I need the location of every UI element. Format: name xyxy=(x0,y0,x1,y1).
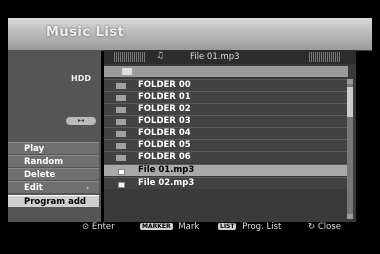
hint-label: Mark xyxy=(178,222,200,232)
music-list-screen: Music List HDD ▸◂ Play Random Delete Edi… xyxy=(0,0,380,254)
parent-folder-row[interactable] xyxy=(104,66,348,77)
folder-icon xyxy=(116,119,126,125)
chevron-right-icon: › xyxy=(86,184,89,192)
menu-label: Program add xyxy=(24,197,86,207)
hint-label: Prog. List xyxy=(242,222,282,232)
list-item[interactable]: FOLDER 05 xyxy=(104,139,348,151)
left-menu-panel: HDD ▸◂ Play Random Delete Edit › Program… xyxy=(8,50,101,222)
folder-icon xyxy=(116,131,126,137)
enter-icon: ⊙ xyxy=(82,222,90,232)
list-key-icon: LIST xyxy=(218,223,237,230)
menu-random-button[interactable]: Random xyxy=(8,155,99,167)
list-item[interactable]: FOLDER 03 xyxy=(104,115,348,127)
list-item-label: File 02.mp3 xyxy=(138,178,195,188)
list-item-selected[interactable]: File 01.mp3 xyxy=(104,164,348,176)
hint-label: Close xyxy=(317,222,341,232)
music-note-icon: ♫ xyxy=(156,51,165,61)
menu-label: Delete xyxy=(24,170,56,180)
page-title: Music List xyxy=(46,25,125,40)
return-icon: ↻ xyxy=(308,222,316,232)
folder-icon xyxy=(116,155,126,161)
list-item-label: FOLDER 02 xyxy=(138,104,191,114)
scrollbar[interactable] xyxy=(347,79,353,218)
transfer-icon: ▸◂ xyxy=(66,117,96,125)
list-item[interactable]: FOLDER 04 xyxy=(104,127,348,139)
close-hint: ↻ Close xyxy=(308,222,341,232)
list-item[interactable]: FOLDER 01 xyxy=(104,91,348,103)
hint-label: Enter xyxy=(91,222,115,232)
list-item-label: FOLDER 01 xyxy=(138,92,191,102)
list-item[interactable]: File 02.mp3 xyxy=(104,177,348,189)
menu-delete-button[interactable]: Delete xyxy=(8,168,99,180)
mark-hint: MARKER Mark xyxy=(140,222,199,232)
source-label: HDD xyxy=(71,74,91,83)
hatch-decoration xyxy=(309,52,341,62)
folder-icon xyxy=(116,83,126,89)
parent-folder-icon xyxy=(122,68,132,75)
file-icon xyxy=(118,182,125,188)
list-header: ♫ File 01.mp3 xyxy=(104,50,356,64)
list-item-label: FOLDER 03 xyxy=(138,116,191,126)
menu-label: Play xyxy=(24,144,45,154)
menu-edit-button[interactable]: Edit › xyxy=(8,181,99,193)
list-item-label: FOLDER 05 xyxy=(138,140,191,150)
marker-key-icon: MARKER xyxy=(140,223,173,230)
scroll-thumb[interactable] xyxy=(347,87,353,117)
list-item[interactable]: FOLDER 00 xyxy=(104,79,348,91)
list-item-label: FOLDER 04 xyxy=(138,128,191,138)
menu-label: Random xyxy=(24,157,64,167)
list-item-label: FOLDER 06 xyxy=(138,152,191,162)
hatch-decoration xyxy=(114,52,146,62)
list-item-label: FOLDER 00 xyxy=(138,80,191,90)
scroll-up-icon[interactable] xyxy=(347,79,353,84)
folder-icon xyxy=(116,143,126,149)
current-file-label: File 01.mp3 xyxy=(190,52,240,62)
list-item[interactable]: FOLDER 02 xyxy=(104,103,348,115)
folder-icon xyxy=(116,107,126,113)
scroll-down-icon[interactable] xyxy=(347,214,353,219)
title-bar: Music List xyxy=(8,18,372,51)
menu-program-add-button[interactable]: Program add xyxy=(8,195,99,207)
enter-hint: ⊙ Enter xyxy=(82,222,115,232)
file-icon xyxy=(118,169,125,175)
list-item-label: File 01.mp3 xyxy=(138,165,195,175)
folder-icon xyxy=(116,95,126,101)
menu-label: Edit xyxy=(24,183,43,193)
file-list-panel: ♫ File 01.mp3 FOLDER 00 FOLDER 01 FOLDER… xyxy=(104,50,356,222)
prog-list-hint: LIST Prog. List xyxy=(218,222,281,232)
menu-play-button[interactable]: Play xyxy=(8,142,99,154)
hint-bar: ⊙ Enter MARKER Mark LIST Prog. List ↻ Cl… xyxy=(8,222,372,236)
list-item[interactable]: FOLDER 06 xyxy=(104,151,348,163)
